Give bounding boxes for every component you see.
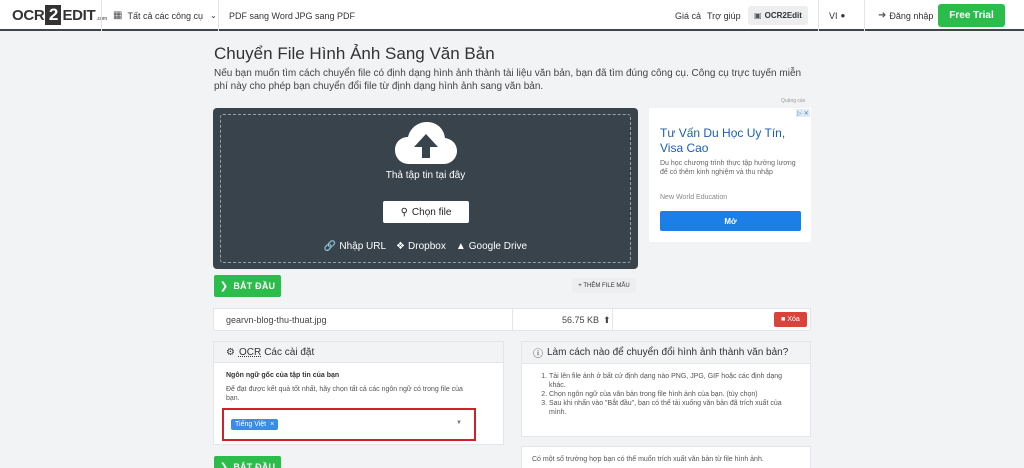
source-language-label: Ngôn ngữ gốc của tập tin của bạn <box>226 372 340 379</box>
ad-open-button[interactable]: Mở <box>660 211 801 231</box>
drop-text: Thả tập tin tại đây <box>385 170 466 181</box>
choose-file-button[interactable]: ⚲ Chọn file <box>383 201 469 223</box>
cloud-upload-icon <box>395 122 457 164</box>
chevron-right-icon: ❯ <box>219 461 229 468</box>
google-drive-icon: ▲ <box>455 241 466 252</box>
google-drive-source[interactable]: ▲ Google Drive <box>456 241 527 252</box>
file-name: gearvn-blog-thu-thuat.jpg <box>226 315 327 325</box>
howto-steps: Tải lên file ảnh ở bất cứ định dạng nào … <box>549 372 799 417</box>
caret-down-icon[interactable]: ▼ <box>456 420 462 426</box>
settings-header: ⚙ OCR Các cài đặt <box>214 342 503 363</box>
add-sample-file-button[interactable]: + THÊM FILE MẪU <box>572 278 636 293</box>
language-tag-label: Tiếng Việt <box>235 421 267 428</box>
language-label: VI <box>829 10 838 21</box>
app-icon: ▣ <box>754 11 762 20</box>
ad-title[interactable]: Tư Vấn Du Học Uy Tín, Visa Cao <box>660 126 800 156</box>
nav-divider <box>218 0 219 31</box>
link-icon: 🔗 <box>323 241 337 252</box>
file-row: gearvn-blog-thu-thuat.jpg 56.75 KB ⬆ ■ X… <box>213 308 811 331</box>
start-button[interactable]: ❯ BẮT ĐẦU <box>214 275 281 297</box>
language-select[interactable]: Tiếng Việt × ▼ <box>222 408 476 441</box>
login-link[interactable]: ➜ Đăng nhập <box>878 0 933 31</box>
ad-body: Du học chương trình thực tập hưởng lương… <box>660 160 796 176</box>
url-source-label: Nhập URL <box>339 241 387 252</box>
file-size: 56.75 KB ⬆ <box>562 315 611 326</box>
howto-step: Tải lên file ảnh ở bất cứ định dạng nào … <box>549 372 799 390</box>
page-description: Nếu bạn muốn tìm cách chuyển file có địn… <box>214 68 802 92</box>
dropbox-source-label: Dropbox <box>408 241 446 252</box>
nav-link-pdf-to-word[interactable]: PDF sang Word <box>229 0 293 31</box>
chevron-right-icon: ❯ <box>219 280 229 292</box>
url-source[interactable]: 🔗 Nhập URL <box>324 241 386 252</box>
howto-step: Sau khi nhấn vào "Bắt đầu", bạn có thể t… <box>549 399 799 417</box>
delete-label: Xóa <box>787 316 800 323</box>
grid-icon: ▦ <box>113 10 123 21</box>
app-button[interactable]: ▣ OCR2Edit <box>748 6 808 25</box>
language-switcher[interactable]: VI ● <box>829 0 845 31</box>
ocr-settings-panel: ⚙ OCR Các cài đặt Ngôn ngữ gốc của tập t… <box>213 341 504 445</box>
cell-divider <box>612 309 613 330</box>
search-icon: ⚲ <box>400 206 408 218</box>
nav-link-pricing[interactable]: Giá cả <box>675 0 701 31</box>
nav-link-jpg-to-pdf[interactable]: JPG sang PDF <box>295 0 355 31</box>
dropbox-icon: ❖ <box>396 241 406 252</box>
sign-in-icon: ➜ <box>878 10 887 21</box>
app-button-label: OCR2Edit <box>764 11 802 20</box>
logo-text-edit: EDIT <box>62 6 96 24</box>
cell-divider <box>512 309 513 330</box>
advertisement[interactable]: ▷ ✕ Tư Vấn Du Học Uy Tín, Visa Cao Du học… <box>649 108 811 242</box>
free-trial-button[interactable]: Free Trial <box>938 4 1005 27</box>
ad-close-icon[interactable]: ▷ ✕ <box>796 109 810 117</box>
settings-header-title: Các cài đặt <box>264 346 315 358</box>
nav-divider <box>101 0 102 31</box>
globe-icon: ● <box>840 11 846 20</box>
more-info-text: Có một số trường hợp bạn có thể muốn trí… <box>521 446 811 468</box>
logo[interactable]: OCR 2 EDIT .com <box>12 5 107 25</box>
start-button-label: BẮT ĐẦU <box>233 462 276 468</box>
tools-menu-label: Tất cả các công cụ <box>127 10 203 21</box>
info-circle-icon: ⓘ <box>533 349 543 360</box>
howto-title: Làm cách nào để chuyển đổi hình ảnh thàn… <box>547 347 789 358</box>
howto-panel: ⓘ Làm cách nào để chuyển đổi hình ảnh th… <box>521 341 811 437</box>
upload-sources: 🔗 Nhập URL ❖ Dropbox ▲ Google Drive <box>213 241 638 252</box>
source-language-help: Để đạt được kết quả tốt nhất, hãy chọn t… <box>226 386 463 402</box>
google-drive-source-label: Google Drive <box>468 241 528 252</box>
language-tag[interactable]: Tiếng Việt × <box>231 419 279 430</box>
logo-text-2: 2 <box>45 5 62 25</box>
start-button-bottom[interactable]: ❯ BẮT ĐẦU <box>214 456 281 468</box>
tools-menu[interactable]: ▦ Tất cả các công cụ ⌄ <box>113 0 217 31</box>
nav-divider <box>864 0 865 31</box>
login-label: Đăng nhập <box>889 10 934 21</box>
trash-icon: ■ <box>781 316 786 323</box>
remove-tag-icon[interactable]: × <box>270 421 274 428</box>
upload-dropzone[interactable]: Thả tập tin tại đây ⚲ Chọn file 🔗 Nhập UR… <box>213 108 638 269</box>
gears-icon: ⚙ <box>226 346 235 358</box>
top-nav: OCR 2 EDIT .com ▦ Tất cả các công cụ ⌄ P… <box>0 0 1024 31</box>
howto-header: ⓘ Làm cách nào để chuyển đổi hình ảnh th… <box>522 342 810 364</box>
ad-label: Quảng cáo <box>781 98 806 104</box>
page-title: Chuyển File Hình Ảnh Sang Văn Bản <box>214 44 495 63</box>
nav-divider <box>818 0 819 31</box>
start-button-label: BẮT ĐẦU <box>233 281 276 291</box>
nav-link-help[interactable]: Trợ giúp <box>707 0 741 31</box>
chevron-down-icon: ⌄ <box>210 11 217 20</box>
delete-file-button[interactable]: ■ Xóa <box>774 312 807 327</box>
choose-file-label: Chọn file <box>411 206 452 218</box>
upload-icon: ⬆ <box>603 315 611 325</box>
settings-header-abbr: OCR <box>238 346 262 358</box>
howto-step: Chọn ngôn ngữ của văn bản trong file hìn… <box>549 390 799 399</box>
logo-text-ocr: OCR <box>12 6 45 24</box>
file-size-value: 56.75 KB <box>562 315 600 325</box>
ad-source: New World Education <box>660 194 728 201</box>
dropbox-source[interactable]: ❖ Dropbox <box>396 241 446 252</box>
